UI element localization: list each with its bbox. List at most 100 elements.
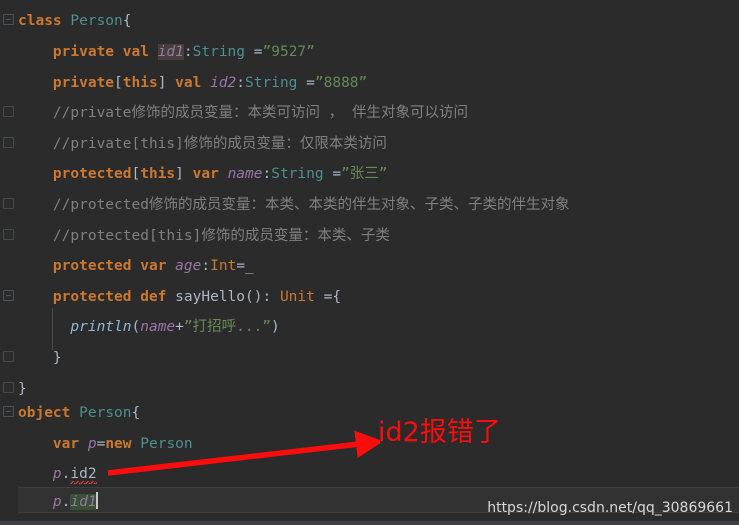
code-line[interactable]: var p=new Person — [0, 432, 739, 457]
code-token — [18, 466, 53, 482]
code-token: (): — [245, 289, 280, 305]
code-line[interactable]: object Person{ — [0, 401, 739, 426]
code-token: String — [245, 75, 297, 91]
code-token: var — [53, 436, 79, 452]
code-line[interactable]: //protected[this]修饰的成员变量：本类、子类 — [0, 224, 739, 249]
code-token: = — [245, 44, 262, 60]
code-token: private — [53, 75, 114, 91]
code-token — [79, 436, 88, 452]
code-token: = — [324, 166, 341, 182]
code-line[interactable]: class Person{ — [0, 9, 739, 34]
code-token: : — [184, 44, 193, 60]
code-token — [18, 136, 53, 152]
code-token: Person — [79, 405, 131, 421]
code-token: = — [297, 75, 314, 91]
code-token: id2 — [210, 75, 236, 91]
code-token: this — [140, 166, 175, 182]
code-line[interactable]: protected[this] var name:String =”张三” — [0, 162, 739, 187]
code-token: private — [53, 44, 114, 60]
code-line[interactable]: p.id2 — [0, 462, 739, 487]
code-token: Unit — [280, 289, 315, 305]
code-token: //private修饰的成员变量：本类可访问 ， 伴生对象可以访问 — [53, 105, 468, 121]
code-token — [114, 44, 123, 60]
code-token — [70, 405, 79, 421]
code-line[interactable]: //protected修饰的成员变量：本类、本类的伴生对象、子类、子类的伴生对象 — [0, 193, 739, 218]
code-token: = — [236, 258, 245, 274]
watermark-url: https://blog.csdn.net/qq_30869661 — [487, 500, 733, 516]
code-line[interactable]: println(name+”打招呼...”) — [0, 315, 739, 340]
code-token: ( — [132, 319, 141, 335]
code-token: var — [193, 166, 219, 182]
code-token: //protected[this]修饰的成员变量：本类、子类 — [53, 228, 390, 244]
code-token — [18, 105, 53, 121]
code-line[interactable]: //private修饰的成员变量：本类可访问 ， 伴生对象可以访问 — [0, 101, 739, 126]
code-token — [18, 228, 53, 244]
code-token: class — [18, 13, 62, 29]
code-token: + — [175, 319, 184, 335]
code-token: } — [18, 381, 27, 397]
code-token: ) — [271, 319, 280, 335]
code-line[interactable]: protected def sayHello(): Unit ={ — [0, 285, 739, 310]
code-token: var — [140, 258, 166, 274]
code-token — [201, 75, 210, 91]
code-token: this — [123, 75, 158, 91]
code-token — [166, 258, 175, 274]
code-token: name — [140, 319, 175, 335]
code-token: [ — [114, 75, 123, 91]
code-token — [18, 166, 53, 182]
code-token — [18, 319, 70, 335]
code-line[interactable]: //private[this]修饰的成员变量：仅限本类访问 — [0, 132, 739, 157]
code-token: : — [201, 258, 210, 274]
code-token: id1 — [158, 44, 184, 60]
code-line[interactable]: protected var age:Int=_ — [0, 254, 739, 279]
code-token: age — [175, 258, 201, 274]
code-token: ”9527” — [263, 44, 315, 60]
code-token: { — [123, 13, 132, 29]
code-token — [18, 289, 53, 305]
code-token — [18, 258, 53, 274]
code-token — [132, 258, 141, 274]
code-token: Int — [210, 258, 236, 274]
code-token: id2 — [70, 466, 96, 486]
code-token — [18, 75, 53, 91]
code-token: _ — [245, 258, 254, 274]
code-token — [166, 289, 175, 305]
code-token — [18, 436, 53, 452]
code-token: p — [53, 494, 62, 510]
code-editor[interactable]: class Person{ private val id1:String =”9… — [0, 0, 739, 525]
code-token: object — [18, 405, 70, 421]
code-token — [149, 44, 158, 60]
code-token: String — [271, 166, 323, 182]
code-token: { — [132, 405, 141, 421]
editor-bottom-strip — [0, 521, 739, 525]
annotation-label: id2报错了 — [378, 410, 501, 449]
code-token: } — [53, 350, 62, 366]
code-token — [18, 197, 53, 213]
code-line[interactable]: private val id1:String =”9527” — [0, 40, 739, 65]
code-token: //private[this]修饰的成员变量：仅限本类访问 — [53, 136, 387, 152]
code-token: Person — [140, 436, 192, 452]
code-token — [18, 44, 53, 60]
code-token — [132, 436, 141, 452]
code-token — [18, 494, 53, 510]
code-token: val — [175, 75, 201, 91]
code-token: val — [123, 44, 149, 60]
code-token: protected — [53, 289, 132, 305]
code-token — [219, 166, 228, 182]
code-line[interactable]: } — [0, 377, 739, 402]
text-caret — [96, 492, 98, 509]
code-token: p — [88, 436, 97, 452]
code-token: println — [70, 319, 131, 335]
code-token: [ — [132, 166, 141, 182]
code-token: ] — [158, 75, 175, 91]
code-line[interactable]: private[this] val id2:String =”8888” — [0, 71, 739, 96]
code-token — [132, 289, 141, 305]
code-token: : — [236, 75, 245, 91]
code-token: //protected修饰的成员变量：本类、本类的伴生对象、子类、子类的伴生对象 — [53, 197, 570, 213]
code-token: String — [193, 44, 245, 60]
code-lines-container[interactable]: class Person{ private val id1:String =”9… — [0, 0, 739, 525]
code-token: = — [315, 289, 332, 305]
code-line[interactable]: } — [0, 346, 739, 371]
code-token: protected — [53, 258, 132, 274]
code-token: protected — [53, 166, 132, 182]
